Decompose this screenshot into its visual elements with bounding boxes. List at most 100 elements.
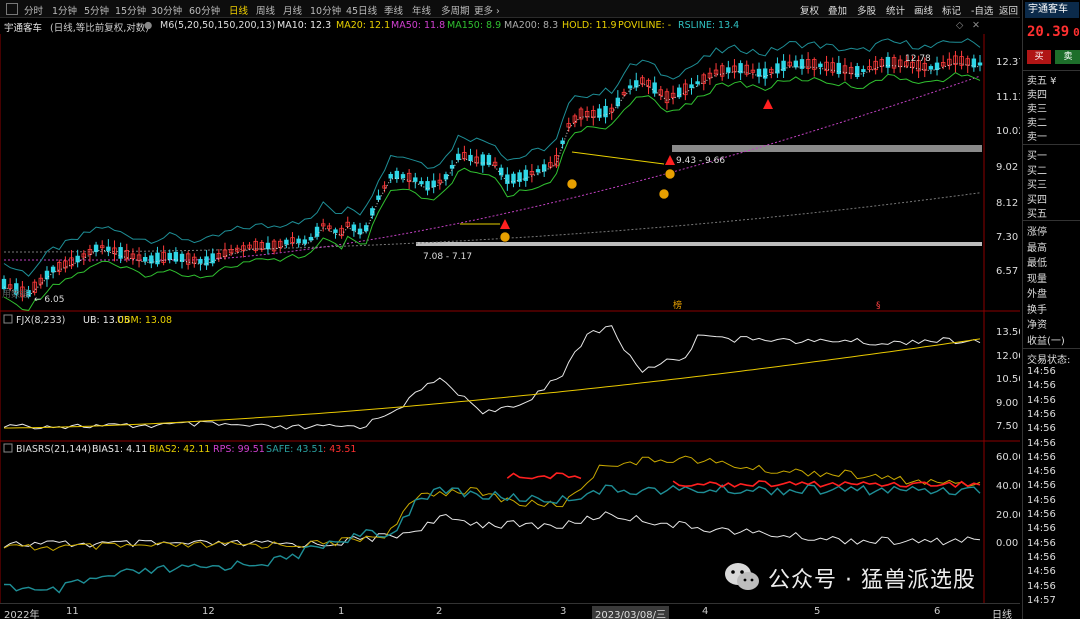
stat-label: 最低 [1027, 258, 1047, 269]
tick-time: 14:56 [1027, 580, 1056, 592]
toolbar-item[interactable]: 返回 [999, 3, 1018, 17]
fjx-ub-line [3, 325, 981, 430]
candle-body [634, 80, 639, 88]
candle-body [738, 63, 743, 74]
candle-body [775, 63, 780, 74]
timeframe-tab[interactable]: 1分钟 [52, 3, 77, 17]
date-label: 11 [66, 606, 79, 617]
stock-name-tag[interactable]: 宇通客车 [1025, 2, 1079, 18]
timeframe-tab[interactable]: 月线 [283, 3, 302, 17]
candle-body [376, 195, 381, 200]
svg-text:: 43.51: : 43.51 [323, 444, 356, 455]
toolbar-item[interactable]: 统计 [886, 3, 905, 17]
toolbar-item[interactable]: 标记 [942, 3, 961, 17]
fjx-tick-label: 7.50 [996, 421, 1018, 432]
date-label: 2 [436, 606, 443, 617]
sell-button[interactable]: 卖 [1055, 50, 1080, 64]
signal-marker [566, 178, 578, 190]
bias-tick-label: 20.00 [996, 510, 1020, 521]
lower-band-line [3, 72, 981, 311]
ma150-line [4, 75, 981, 261]
date-axis: 2022年 11 12 1 2 3 2023/03/08/三 4 5 6 日线 [0, 603, 1020, 619]
candle-body [302, 239, 307, 244]
candle-body [468, 154, 473, 161]
tick-time: 14:56 [1027, 466, 1056, 478]
kline-chart[interactable]: 用数据 ← 6.05 7.08 - 7.17 9.43 - 9.66 12.78… [0, 34, 1020, 603]
fjx-tick-label: 9.00 [996, 398, 1018, 409]
chart-mode: (日线,等比前复权,对数) [50, 23, 149, 34]
signal-marker [499, 231, 511, 243]
price-tick-label: 7.30 [996, 232, 1018, 243]
price-tick-label: 9.02 [996, 162, 1018, 173]
bias-header: BIASRS(21,144) BIAS1: 4.11 BIAS2: 42.11 … [3, 443, 356, 455]
grid-icon[interactable] [6, 3, 18, 15]
watermark-text: 公众号 · 猛兽派选股 [768, 568, 976, 593]
timeframe-tab[interactable]: 季线 [384, 3, 403, 17]
tick-time: 14:56 [1027, 408, 1056, 420]
timeframe-tab[interactable]: 10分钟 [310, 3, 341, 17]
ghost-label: 用数据 [2, 288, 29, 300]
toolbar-item[interactable]: 画线 [914, 3, 933, 17]
support-band [672, 145, 982, 152]
toolbar-item[interactable]: 多股 [857, 3, 876, 17]
candle-body [296, 238, 301, 244]
candle-body [284, 239, 289, 245]
svg-text:RPS: 99.51: RPS: 99.51 [213, 444, 265, 455]
timeframe-tab[interactable]: 45日线 [346, 3, 377, 17]
candle-body [523, 169, 528, 181]
range-label-1: 7.08 - 7.17 [423, 252, 472, 262]
candle-body [793, 60, 799, 68]
date-label: 1 [338, 606, 345, 617]
fjx-ubm-line [4, 338, 981, 429]
sell-level-label: 卖一 [1027, 132, 1047, 143]
bias-tick-label: 60.00 [996, 452, 1020, 463]
price-tick-label: 10.02 [996, 126, 1020, 137]
timeframe-tab[interactable]: 更多 › [474, 3, 500, 17]
buy-button[interactable]: 买 [1027, 50, 1051, 64]
timeframe-tab[interactable]: 日线 [229, 3, 248, 17]
candle-body [480, 154, 485, 166]
candle-body [456, 153, 461, 160]
timeframe-tab[interactable]: 年线 [412, 3, 431, 17]
buy-arrow [763, 99, 773, 109]
quote-panel: 宇通客车 20.39 0 买 卖 卖五 ¥ 卖四 卖三 卖二 卖一 买一 买二 买三 买四 买五 涨停… [1022, 0, 1080, 619]
close-icon[interactable]: ✕ [972, 20, 980, 31]
date-label: 4 [702, 606, 709, 617]
candle-body [517, 172, 522, 182]
ma10-value: MA10: 12.3 [277, 20, 332, 31]
candle-body [357, 228, 363, 235]
toolbar-item[interactable]: -自选 [971, 3, 993, 17]
candle-body [855, 66, 860, 78]
candle-body [818, 63, 823, 68]
timeframe-tab[interactable]: 5分钟 [84, 3, 109, 17]
timeframe-tab[interactable]: 15分钟 [115, 3, 146, 17]
timeframe-tab[interactable]: 60分钟 [189, 3, 220, 17]
stat-label: 净资 [1027, 320, 1047, 331]
divider [1023, 220, 1080, 221]
buy-level-label: 买二 [1027, 165, 1047, 177]
timeframe-tab[interactable]: 30分钟 [151, 3, 182, 17]
tick-time: 14:56 [1027, 566, 1056, 578]
tick-time: 14:56 [1027, 423, 1056, 435]
candle-body [50, 266, 56, 273]
diamond-icon[interactable]: ◇ [956, 20, 963, 31]
timeframe-tab[interactable]: 周线 [256, 3, 275, 17]
period-label: 日线 [992, 610, 1012, 619]
ma-params[interactable]: M6(5,20,50,150,200,13) [160, 20, 275, 31]
candle-body [977, 62, 983, 66]
candle-body [75, 255, 80, 263]
svg-text:FJX(8,233): FJX(8,233) [16, 315, 65, 326]
timeframe-tab[interactable]: 多周期 [441, 3, 470, 17]
fjx-tick-label: 10.50 [996, 374, 1020, 385]
candle-body [333, 229, 338, 233]
candle-body [400, 174, 406, 179]
divider [1023, 348, 1080, 349]
tick-time: 14:56 [1027, 551, 1056, 563]
toolbar-item[interactable]: 叠加 [828, 3, 847, 17]
toolbar-item[interactable]: 复权 [800, 3, 819, 17]
price-tick-label: 12.37 [996, 57, 1020, 68]
timeframe-tab[interactable]: 分时 [24, 3, 43, 17]
candle-body [695, 81, 700, 85]
candle-body [198, 258, 203, 264]
trade-status-label: 交易状态: [1027, 355, 1071, 366]
